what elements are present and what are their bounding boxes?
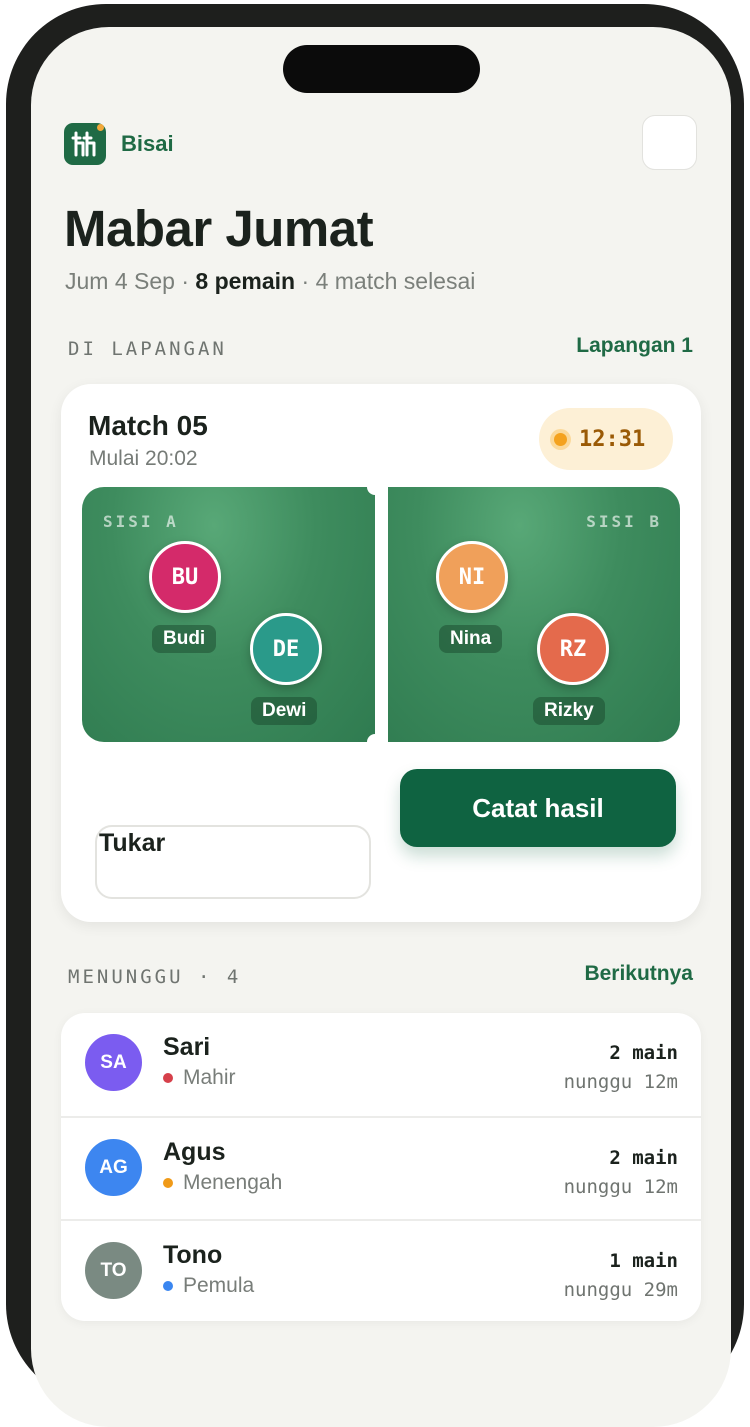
menu-button[interactable] [642, 115, 697, 170]
waiting-queue-list: SA Sari Mahir 2 main nunggu 12m AG Agus … [61, 1013, 701, 1321]
queue-player-name: Agus [163, 1138, 226, 1166]
level-dot-icon [163, 1281, 173, 1291]
match-title: Match 05 [88, 410, 208, 441]
queue-player-level: Menengah [163, 1171, 282, 1195]
side-a-label: SISI A [103, 512, 179, 531]
player-token-dewi[interactable]: DE [250, 613, 322, 685]
player-name-dewi: Dewi [251, 697, 318, 725]
court-notch [367, 479, 383, 495]
player-name-rizky: Rizky [533, 697, 605, 725]
match-timer: 12:31 [539, 408, 673, 470]
player-token-nina[interactable]: NI [436, 541, 508, 613]
queue-item[interactable]: TO Tono Pemula 1 main nunggu 29m [61, 1219, 701, 1321]
side-b-label: SISI B [586, 512, 662, 531]
court-side-b: SISI B NI Nina RZ Rizky [388, 487, 680, 742]
court-side-a: SISI A BU Budi DE Dewi [82, 479, 383, 750]
session-date: Jum 4 Sep [65, 268, 175, 294]
queue-item[interactable]: SA Sari Mahir 2 main nunggu 12m [61, 1013, 701, 1116]
level-dot-icon [163, 1073, 173, 1083]
level-label: Menengah [183, 1171, 283, 1194]
queue-play-count: 2 main [609, 1147, 678, 1169]
court-selector-link[interactable]: Lapangan 1 [576, 334, 693, 358]
queue-player-name: Tono [163, 1241, 223, 1269]
swap-button-label: Tukar [99, 829, 166, 857]
level-label: Pemula [183, 1274, 255, 1297]
queue-player-level: Mahir [163, 1066, 236, 1090]
avatar: SA [85, 1034, 142, 1091]
phone-frame: Bisai Mabar Jumat Jum 4 Sep · 8 pemain ·… [6, 4, 744, 1427]
app-screen: Bisai Mabar Jumat Jum 4 Sep · 8 pemain ·… [31, 27, 731, 1427]
badminton-logo-icon [64, 123, 106, 165]
queue-wait-time: nunggu 12m [563, 1071, 678, 1093]
session-meta: Jum 4 Sep · 8 pemain · 4 match selesai [65, 268, 476, 294]
court-notch [367, 734, 383, 750]
on-court-section-label: DI LAPANGAN [68, 338, 227, 360]
queue-play-count: 1 main [609, 1250, 678, 1272]
current-match-card: Match 05 Mulai 20:02 12:31 SISI A BU Bud… [61, 384, 701, 922]
match-timer-value: 12:31 [579, 426, 646, 452]
queue-player-name: Sari [163, 1033, 211, 1061]
queue-play-count: 2 main [609, 1042, 678, 1064]
page-title: Mabar Jumat [64, 200, 374, 257]
player-token-rizky[interactable]: RZ [537, 613, 609, 685]
queue-player-level: Pemula [163, 1274, 254, 1298]
live-indicator-icon [554, 432, 567, 446]
record-result-button[interactable]: Catat hasil [400, 769, 676, 847]
queue-wait-time: nunggu 12m [563, 1176, 678, 1198]
session-match-count: 4 match selesai [315, 268, 476, 294]
player-name-budi: Budi [152, 625, 217, 653]
brand-name: Bisai [121, 131, 174, 156]
queue-section-label: MENUNGGU · 4 [68, 966, 242, 988]
level-label: Mahir [183, 1066, 236, 1089]
swap-button[interactable]: Tukar [95, 825, 371, 899]
player-token-budi[interactable]: BU [149, 541, 221, 613]
match-start-time: Mulai 20:02 [89, 447, 198, 470]
queue-item[interactable]: AG Agus Menengah 2 main nunggu 12m [61, 1116, 701, 1221]
dynamic-island [283, 45, 480, 93]
brand-header: Bisai [64, 123, 174, 165]
level-dot-icon [163, 1178, 173, 1188]
player-name-nina: Nina [439, 625, 503, 653]
avatar: AG [85, 1139, 142, 1196]
avatar: TO [85, 1242, 142, 1299]
queue-wait-time: nunggu 29m [563, 1279, 678, 1301]
session-player-count: 8 pemain [195, 268, 296, 294]
queue-next-link[interactable]: Berikutnya [584, 962, 693, 986]
